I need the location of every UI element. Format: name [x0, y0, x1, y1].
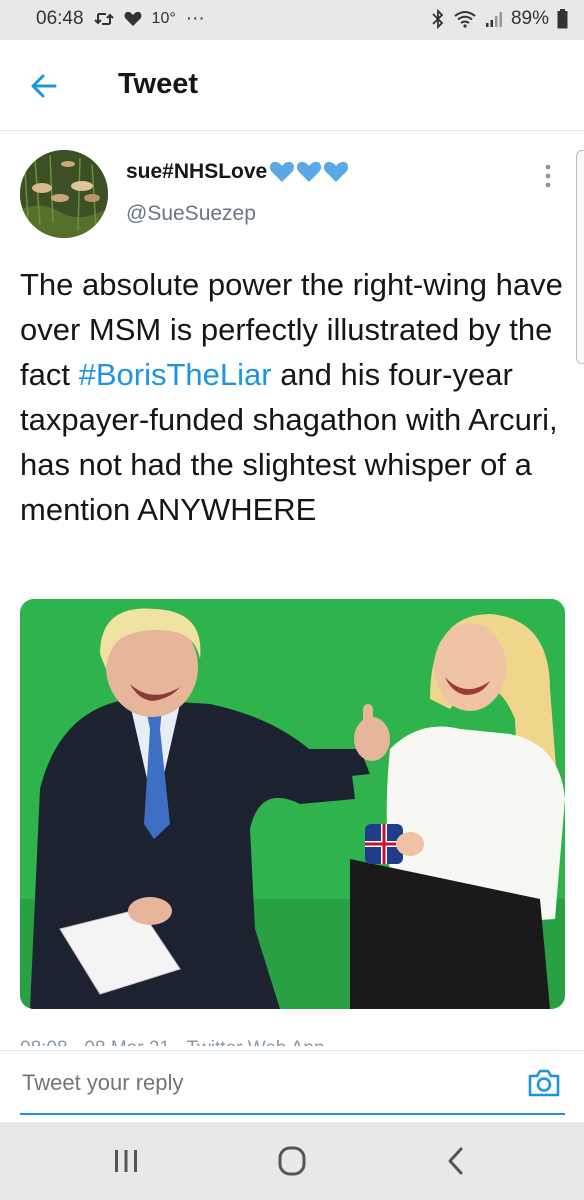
heart-notification-icon [124, 11, 142, 27]
blue-heart-icon [324, 161, 349, 182]
heart-emojis [269, 160, 349, 184]
battery-icon [557, 9, 568, 29]
system-navigation-bar [0, 1122, 584, 1200]
bluetooth-icon [431, 9, 445, 29]
recent-apps-icon[interactable] [106, 1144, 146, 1178]
status-time: 06:48 [36, 8, 84, 29]
arrow-left-icon[interactable] [28, 70, 60, 102]
wifi-icon [453, 10, 477, 28]
blue-heart-icon [270, 161, 295, 182]
blue-heart-icon [297, 161, 322, 182]
tweet-metadata-text: 08:08 · 08 Mar 21 · Twitter Web App [20, 1038, 565, 1046]
battery-percent: 89% [510, 8, 549, 29]
reply-input-underline [20, 1113, 565, 1115]
display-name[interactable]: sue#NHSLove [126, 160, 349, 184]
status-more-dots: ··· [185, 8, 205, 29]
reply-bar [0, 1050, 584, 1121]
hashtag-link[interactable]: #BorisTheLiar [79, 357, 272, 392]
more-vertical-icon[interactable] [538, 162, 558, 190]
tweet-photo[interactable] [20, 599, 565, 1009]
tweet-metadata: 08:08 · 08 Mar 21 · Twitter Web App [20, 1034, 565, 1046]
display-name-text: sue#NHSLove [126, 160, 268, 183]
camera-icon[interactable] [526, 1065, 562, 1101]
retweet-notification-icon [93, 11, 114, 27]
status-temperature: 10° [151, 10, 176, 27]
status-bar: 06:48 10° ··· 89% [0, 0, 584, 40]
scrollbar-thumb[interactable] [576, 150, 584, 364]
app-header: Tweet [0, 40, 584, 131]
user-handle[interactable]: @SueSuezep [126, 202, 256, 226]
signal-icon [485, 10, 503, 28]
home-icon[interactable] [272, 1144, 312, 1178]
reply-input[interactable] [20, 1069, 484, 1097]
nav-back-icon[interactable] [436, 1144, 476, 1178]
tweet-text: The absolute power the right-wing have o… [20, 262, 568, 532]
page-title: Tweet [118, 68, 199, 100]
avatar[interactable] [20, 150, 108, 238]
